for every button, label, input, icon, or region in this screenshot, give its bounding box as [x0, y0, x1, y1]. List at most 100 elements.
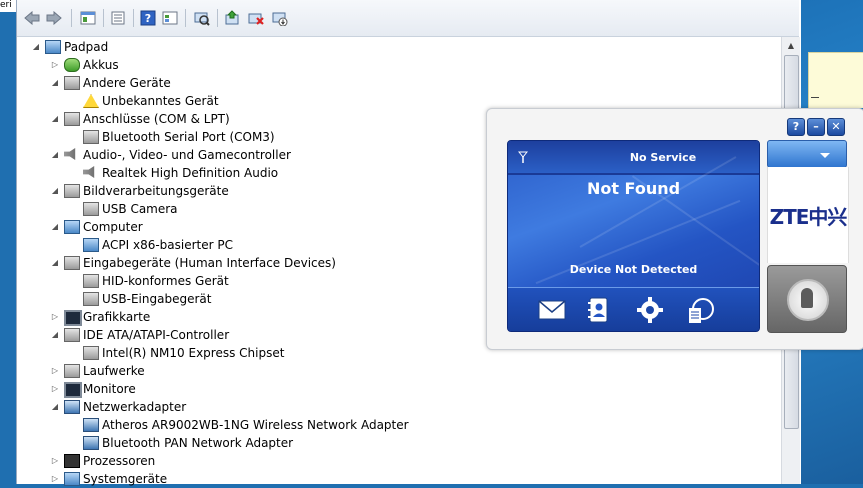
disable-icon[interactable]: [271, 9, 289, 27]
tree-item-label: ACPI x86-basierter PC: [102, 238, 233, 252]
tree-item-label: Grafikkarte: [83, 310, 151, 324]
collapse-arrow-icon[interactable]: ◢: [50, 110, 60, 128]
device-icon: [64, 112, 80, 126]
expand-arrow-icon[interactable]: ▷: [50, 362, 60, 380]
expand-arrow-icon[interactable]: ▷: [50, 308, 60, 326]
tree-item-label: Intel(R) NM10 Express Chipset: [102, 346, 285, 360]
service-status: No Service: [629, 151, 697, 164]
device-icon: [83, 436, 99, 450]
svg-text:?: ?: [145, 12, 151, 25]
tree-item-label: Laufwerke: [83, 364, 145, 378]
tree-item-label: Anschlüsse (COM & LPT): [83, 112, 230, 126]
device-icon: [64, 454, 80, 468]
tree-item-label: Bildverarbeitungsgeräte: [83, 184, 229, 198]
device-icon: [64, 328, 80, 342]
tree-item-label: Netzwerkadapter: [83, 400, 187, 414]
device-icon: [64, 382, 82, 398]
tree-item-label: Eingabegeräte (Human Interface Devices): [83, 256, 336, 270]
sticky-note[interactable]: [808, 52, 863, 108]
tree-category[interactable]: ◢ Andere Geräte: [50, 74, 650, 92]
antenna-icon: [517, 151, 529, 166]
device-icon: [64, 184, 80, 198]
expand-arrow-icon[interactable]: ▷: [50, 470, 60, 488]
device-detect-status: Device Not Detected: [569, 263, 698, 276]
zte-dropdown-button[interactable]: [767, 140, 847, 168]
collapse-arrow-icon[interactable]: ◢: [31, 38, 41, 56]
tree-item-label: Andere Geräte: [83, 76, 171, 90]
tree-item-label: Computer: [83, 220, 143, 234]
zte-action-bar: [508, 287, 759, 331]
tree-item-label: Atheros AR9002WB-1NG Wireless Network Ad…: [102, 418, 409, 432]
tree-category[interactable]: ▷ Akkus: [50, 56, 650, 74]
tree-device[interactable]: Atheros AR9002WB-1NG Wireless Network Ad…: [69, 416, 669, 434]
person-icon: [801, 288, 813, 308]
device-icon: [83, 94, 99, 108]
tree-item-label: HID-konformes Gerät: [102, 274, 229, 288]
expand-arrow-icon[interactable]: ▷: [50, 56, 60, 74]
tree-item-label: Realtek High Definition Audio: [102, 166, 279, 180]
zte-logo-text: ZTE中兴: [769, 204, 848, 229]
tree-item-label: Bluetooth PAN Network Adapter: [102, 436, 294, 450]
phonebook-icon[interactable]: [584, 296, 612, 324]
device-icon: [83, 130, 99, 144]
collapse-arrow-icon[interactable]: ◢: [50, 326, 60, 344]
tree-category[interactable]: ▷ Laufwerke: [50, 362, 650, 380]
tree-item-label: Akkus: [83, 58, 119, 72]
tree-item-label: Audio-, Video- und Gamecontroller: [83, 148, 291, 162]
collapse-arrow-icon[interactable]: ◢: [50, 218, 60, 236]
tree-item-label: IDE ATA/ATAPI-Controller: [83, 328, 230, 342]
tree-item-label: USB Camera: [102, 202, 178, 216]
zte-side-panel: ZTE中兴: [767, 140, 849, 333]
tree-category[interactable]: ▷ Prozessoren: [50, 452, 650, 470]
device-icon: [64, 256, 80, 270]
tree-category[interactable]: ◢ Netzwerkadapter: [50, 398, 650, 416]
zte-status-screen: No Service Not Found Device Not Detected: [507, 140, 760, 332]
tree-category[interactable]: ▷ Systemgeräte: [50, 470, 650, 488]
scan-icon[interactable]: [193, 9, 211, 27]
collapse-arrow-icon[interactable]: ◢: [50, 74, 60, 92]
device-icon: [64, 310, 82, 326]
details-icon[interactable]: [109, 9, 127, 27]
device-icon: [83, 292, 99, 306]
tree-item-label: Prozessoren: [83, 454, 156, 468]
zte-connect-button[interactable]: [767, 265, 847, 333]
expand-arrow-icon[interactable]: ▷: [50, 380, 60, 398]
tree-item-label: USB-Eingabegerät: [102, 292, 212, 306]
tree-root[interactable]: ◢ Padpad: [31, 38, 331, 56]
collapse-arrow-icon[interactable]: ◢: [50, 398, 60, 416]
collapse-arrow-icon[interactable]: ◢: [50, 254, 60, 272]
zte-minimize-button[interactable]: –: [807, 118, 825, 136]
tree-category[interactable]: ▷ Monitore: [50, 380, 650, 398]
device-icon: [83, 346, 99, 360]
device-icon: [64, 148, 76, 160]
forward-icon[interactable]: [45, 9, 63, 27]
view-icon[interactable]: [161, 9, 179, 27]
uninstall-icon[interactable]: [247, 9, 265, 27]
collapse-arrow-icon[interactable]: ◢: [50, 182, 60, 200]
collapse-arrow-icon[interactable]: ◢: [50, 146, 60, 164]
tree-item-label: Monitore: [83, 382, 136, 396]
toolbar: ?: [17, 0, 799, 37]
help-icon[interactable]: ?: [139, 9, 157, 27]
zte-close-button[interactable]: ✕: [827, 118, 845, 136]
zte-logo: ZTE中兴: [767, 167, 849, 263]
device-icon: [83, 202, 99, 216]
expand-arrow-icon[interactable]: ▷: [50, 452, 60, 470]
scroll-up-arrow-icon[interactable]: ▲: [783, 38, 799, 54]
connection-info-icon[interactable]: [686, 296, 714, 324]
device-icon: [83, 166, 95, 178]
update-icon[interactable]: [223, 9, 241, 27]
tree-root-label: Padpad: [64, 40, 109, 54]
tree-item-label: Systemgeräte: [83, 472, 168, 486]
settings-gear-icon[interactable]: [636, 296, 664, 324]
properties-icon[interactable]: [79, 9, 97, 27]
tree-device[interactable]: Bluetooth PAN Network Adapter: [69, 434, 669, 452]
sms-envelope-icon[interactable]: [538, 296, 566, 324]
device-icon: [83, 238, 99, 252]
back-icon[interactable]: [23, 9, 41, 27]
zte-help-button[interactable]: ?: [787, 118, 805, 136]
device-icon: [64, 400, 80, 414]
connection-status: Not Found: [586, 179, 681, 198]
device-icon: [64, 76, 80, 90]
tree-item-label: Unbekanntes Gerät: [102, 94, 219, 108]
